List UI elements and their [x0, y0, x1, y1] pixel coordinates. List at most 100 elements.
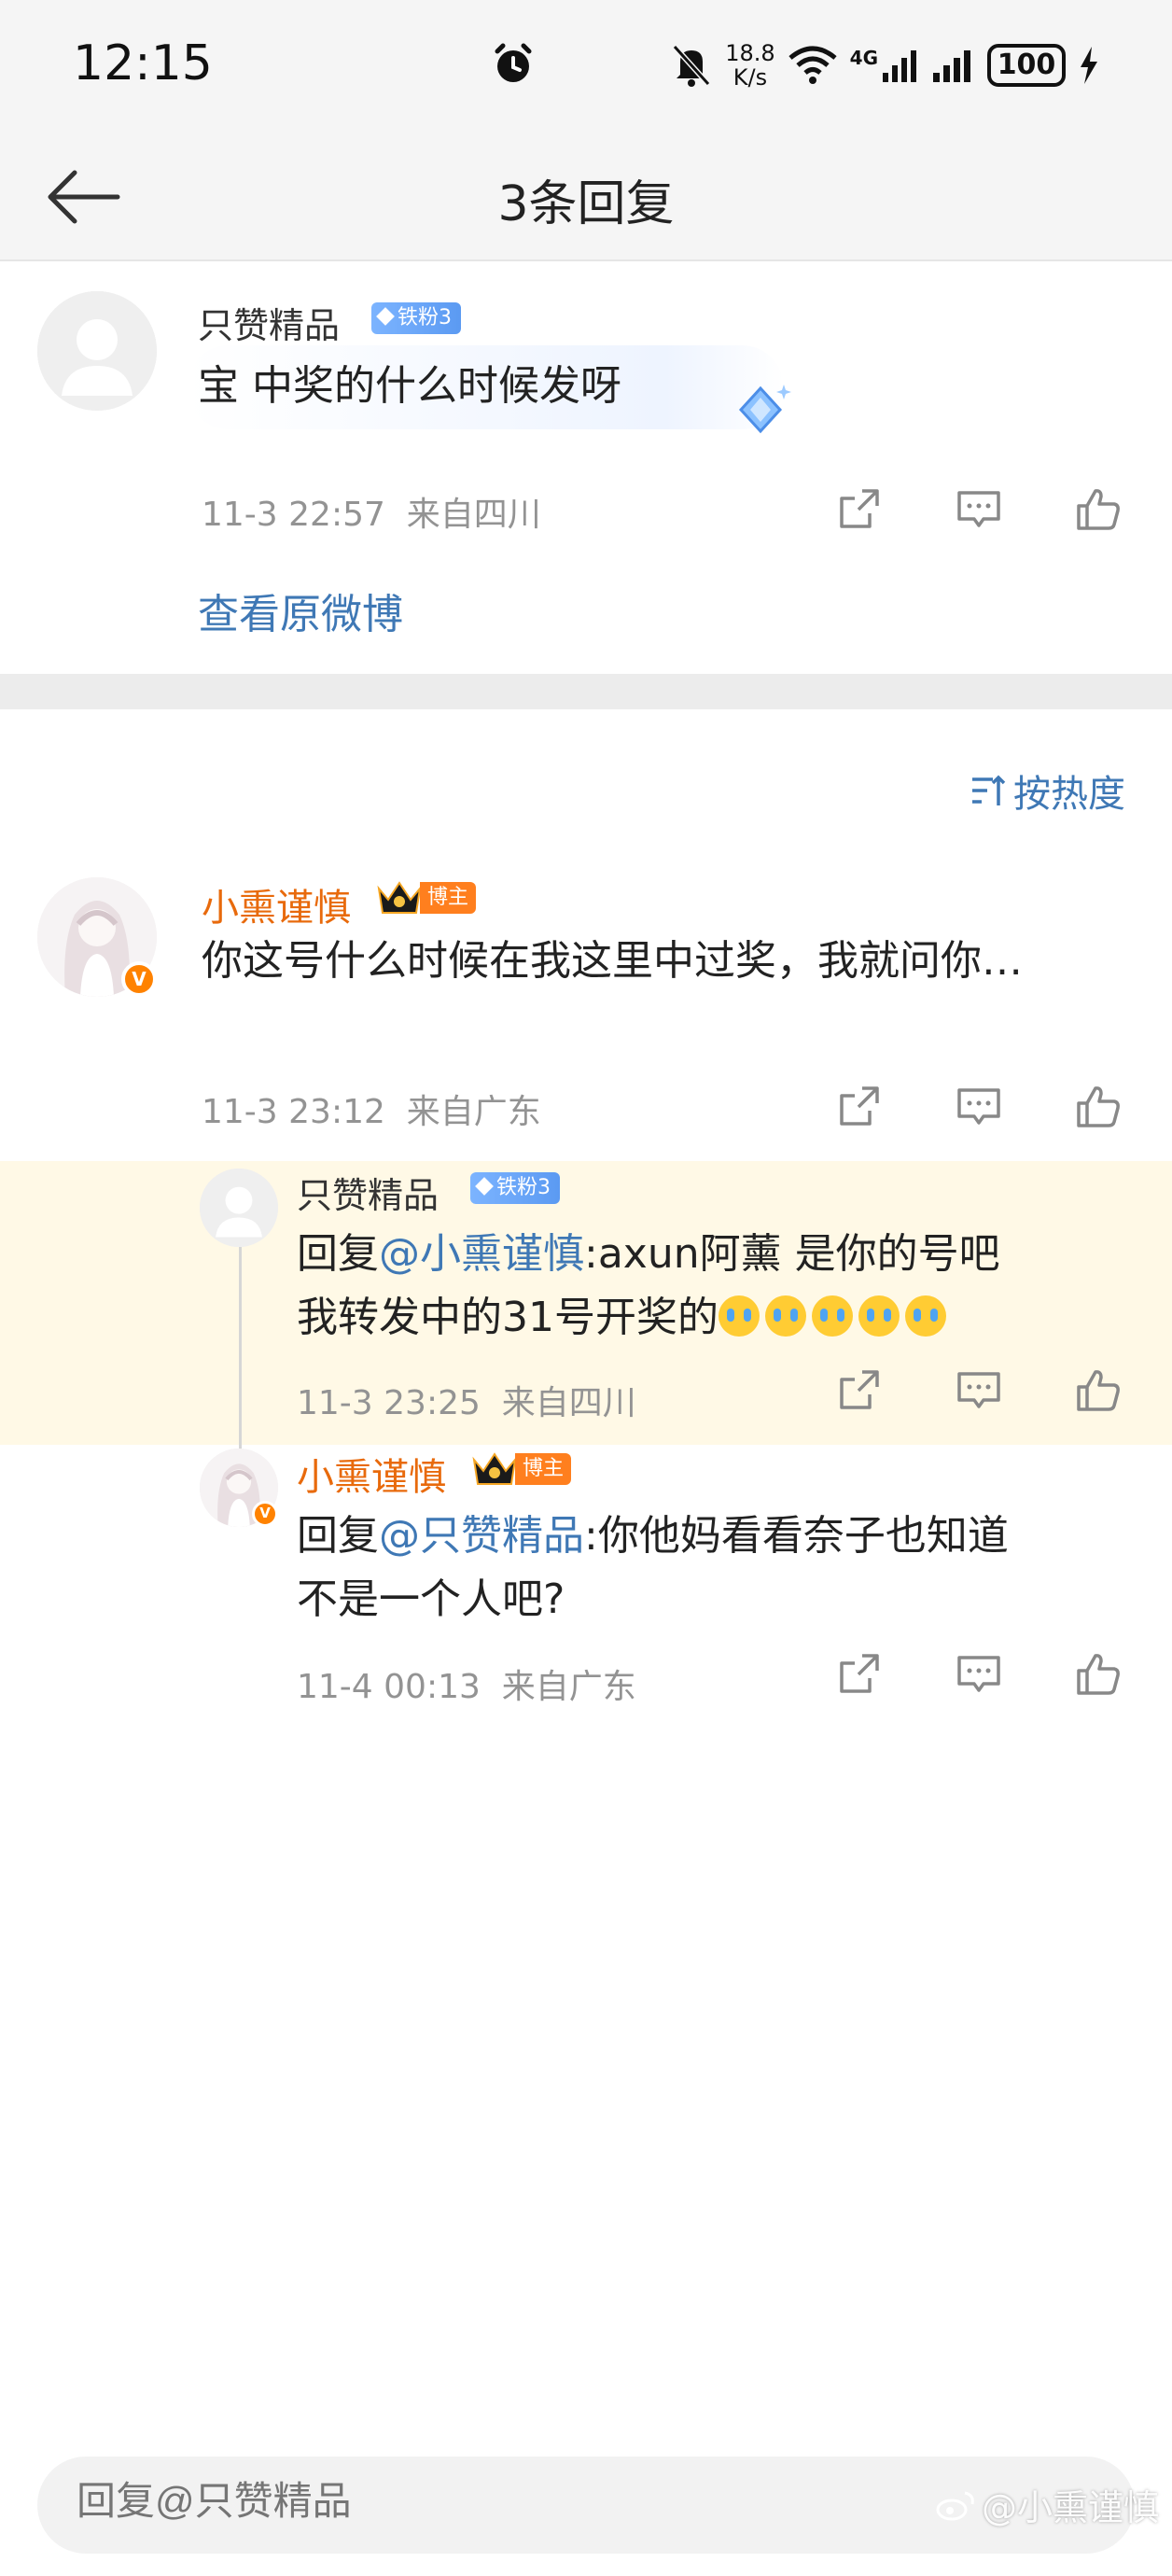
- comment-icon: [957, 491, 1000, 527]
- comment-time: 11-3 22:57: [202, 496, 385, 534]
- diamond-icon: [475, 1177, 494, 1196]
- view-original-link[interactable]: 查看原微博: [198, 581, 403, 640]
- crying-emoji-icon: [858, 1295, 900, 1337]
- verified-badge: V: [252, 1501, 278, 1527]
- crying-emoji-icon: [812, 1295, 853, 1337]
- share-button[interactable]: [836, 485, 883, 532]
- title-bar: 3条回复: [0, 131, 1172, 261]
- avatar-default[interactable]: [37, 291, 157, 411]
- status-bar: 12:15 18.8 K/s 4G 100: [0, 0, 1172, 131]
- reply-3-time: 11-4 00:13: [297, 1668, 481, 1706]
- fan-badge-label: 铁粉3: [496, 1176, 551, 1199]
- network-type-label: 4G: [849, 47, 878, 69]
- username-original[interactable]: 只赞精品: [198, 297, 340, 348]
- reply-1-text: 你这号什么时候在我这里中过奖，我就问你…: [202, 937, 1023, 985]
- comment-icon: [957, 1088, 1000, 1125]
- username-reply-3[interactable]: 小熏谨慎: [297, 1447, 446, 1501]
- thread-line: [239, 1247, 242, 1452]
- comment-icon: [957, 1372, 1000, 1408]
- share-icon: [840, 1086, 879, 1126]
- charging-icon: [1081, 47, 1097, 84]
- username-reply-1[interactable]: 小熏谨慎: [202, 877, 351, 931]
- avatar-default-small[interactable]: [200, 1169, 278, 1247]
- mention-link[interactable]: @只赞精品: [379, 1512, 584, 1560]
- net-speed: 18.8 K/s: [725, 41, 774, 90]
- thumbs-up-icon: [1077, 1370, 1120, 1411]
- reply-prefix: 回复: [297, 1512, 379, 1560]
- thumbs-up-icon: [1077, 1654, 1120, 1695]
- diamond-icon: [376, 307, 395, 326]
- alarm-icon: [495, 43, 532, 82]
- like-button[interactable]: [1075, 1366, 1122, 1413]
- status-time: 12:15: [73, 35, 213, 91]
- crown-icon: [472, 1452, 517, 1485]
- sort-toggle[interactable]: 按热度: [969, 763, 1125, 818]
- crying-emoji-icon: [719, 1295, 760, 1337]
- comment-button[interactable]: [956, 485, 1002, 532]
- battery-indicator: 100: [987, 44, 1066, 87]
- like-button[interactable]: [1075, 1650, 1122, 1697]
- thumbs-up-icon: [1077, 1086, 1120, 1127]
- reply-3-line-1: 回复@只赞精品:你他妈看看奈子也知道: [297, 1505, 1118, 1568]
- comment-icon: [957, 1656, 1000, 1692]
- original-actions: [836, 485, 1122, 532]
- reply-1-location: 来自广东: [406, 1093, 541, 1131]
- share-icon: [840, 1654, 879, 1693]
- reply-1-time: 11-3 23:12: [202, 1093, 385, 1131]
- reply-3-text-line1: :你他妈看看奈子也知道: [584, 1512, 1009, 1560]
- reply-3-actions: [836, 1650, 1122, 1697]
- reply-2-text-line2: 我转发中的31号开奖的: [297, 1294, 719, 1341]
- original-meta: 11-3 22:57 来自四川: [202, 487, 541, 536]
- comment-location: 来自四川: [406, 496, 541, 534]
- crying-emoji-icon: [765, 1295, 806, 1337]
- reply-2-meta: 11-3 23:25 来自四川: [297, 1376, 636, 1424]
- share-button[interactable]: [836, 1083, 883, 1129]
- comment-button[interactable]: [956, 1083, 1002, 1129]
- reply-2-line-1: 回复@小熏谨慎:axun阿薰 是你的号吧: [297, 1223, 1118, 1286]
- blogger-badge: 博主: [375, 879, 477, 917]
- username-reply-2[interactable]: 只赞精品: [297, 1167, 439, 1218]
- blogger-badge: 博主: [470, 1450, 572, 1488]
- thumbs-up-icon: [1077, 489, 1120, 530]
- share-icon: [840, 1370, 879, 1409]
- verified-badge: V: [121, 961, 157, 997]
- share-button[interactable]: [836, 1366, 883, 1413]
- fan-badge[interactable]: 铁粉3: [470, 1172, 560, 1204]
- watermark: @小熏谨慎: [935, 2479, 1159, 2530]
- fan-badge-label: 铁粉3: [398, 306, 452, 329]
- reply-3-location: 来自广东: [501, 1668, 636, 1706]
- like-button[interactable]: [1075, 485, 1122, 532]
- signal-icon-2: [933, 50, 970, 82]
- reply-2-text: 回复@小熏谨慎:axun阿薰 是你的号吧 我转发中的31号开奖的: [297, 1223, 1118, 1350]
- crown-icon: [377, 881, 422, 914]
- sort-icon: [972, 775, 1006, 805]
- reply-2-location: 来自四川: [501, 1384, 636, 1422]
- bell-muted-icon: [672, 44, 711, 87]
- mention-link[interactable]: @小熏谨慎: [379, 1230, 584, 1278]
- reply-3-meta: 11-4 00:13 来自广东: [297, 1659, 636, 1708]
- reply-3-line-2: 不是一个人吧?: [297, 1575, 565, 1623]
- share-button[interactable]: [836, 1650, 883, 1697]
- blogger-tag: 博主: [515, 1453, 572, 1485]
- section-separator: [0, 674, 1172, 709]
- reply-input[interactable]: [77, 2479, 1010, 2524]
- status-icons: 18.8 K/s 4G 100: [671, 37, 1099, 93]
- blogger-tag: 博主: [420, 882, 477, 914]
- signal-icon: [883, 50, 916, 82]
- crying-emoji-icon: [905, 1295, 946, 1337]
- reply-2-actions: [836, 1366, 1122, 1413]
- watermark-text: @小熏谨慎: [981, 2487, 1159, 2528]
- comment-button[interactable]: [956, 1366, 1002, 1413]
- fan-badge[interactable]: 铁粉3: [371, 302, 461, 334]
- reply-3-text: 回复@只赞精品:你他妈看看奈子也知道 不是一个人吧?: [297, 1505, 1118, 1631]
- comment-button[interactable]: [956, 1650, 1002, 1697]
- original-comment-text: 宝 中奖的什么时候发呀: [198, 362, 621, 410]
- diamond-decoration-icon: [738, 385, 791, 434]
- reply-1-actions: [836, 1083, 1122, 1129]
- share-icon: [840, 489, 879, 528]
- weibo-logo-icon: [936, 2491, 974, 2520]
- like-button[interactable]: [1075, 1083, 1122, 1129]
- reply-2-line-2: 我转发中的31号开奖的: [297, 1286, 1118, 1350]
- net-speed-value: 18.8: [725, 40, 775, 66]
- network-type-4g: 4G: [850, 47, 918, 84]
